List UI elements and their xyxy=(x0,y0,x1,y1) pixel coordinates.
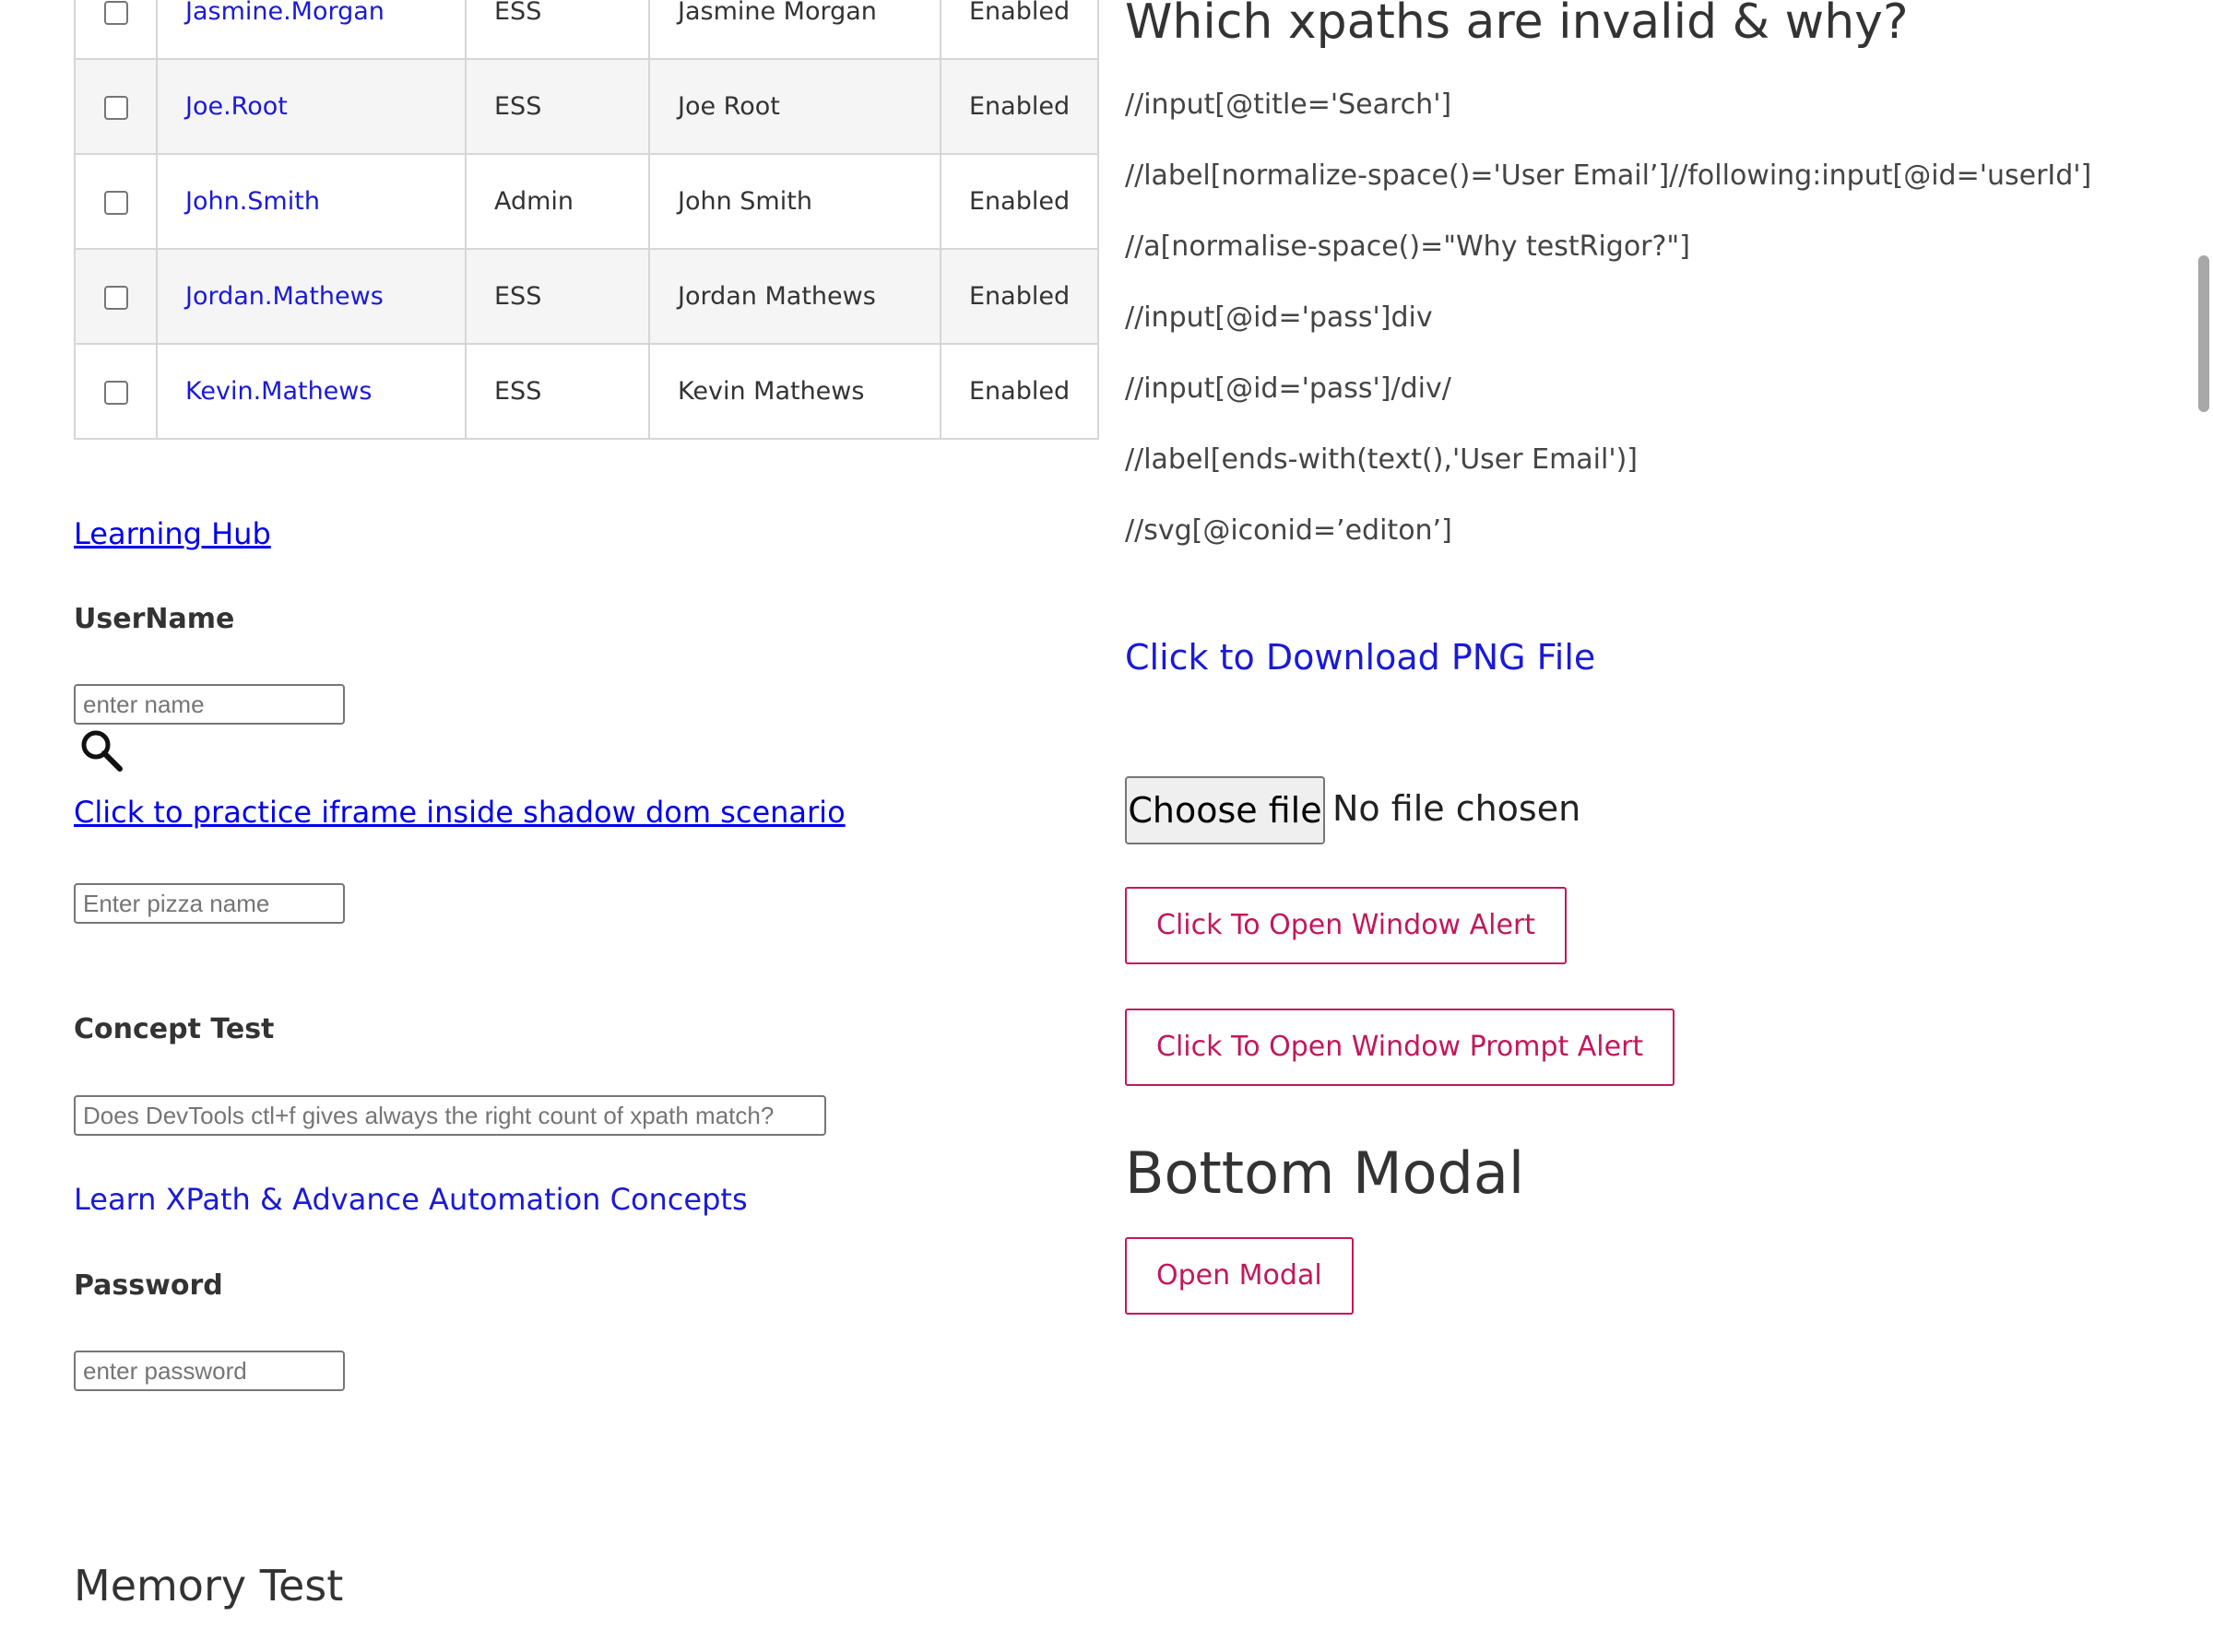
table-row: Joe.Root ESS Joe Root Enabled xyxy=(74,58,1100,155)
user-role-cell: ESS xyxy=(465,248,650,345)
users-table: Jasmine.Morgan ESS Jasmine Morgan Enabled Jo… xyxy=(74,0,1100,440)
open-window-alert-button[interactable]: Click To Open Window Alert xyxy=(1125,887,1568,964)
row-checkbox[interactable] xyxy=(103,190,128,215)
row-checkbox-cell xyxy=(74,343,158,440)
row-checkbox-cell xyxy=(74,248,158,345)
row-checkbox[interactable] xyxy=(103,0,128,25)
employee-name-cell: Kevin Mathews xyxy=(648,343,941,440)
username-cell: Jasmine.Morgan xyxy=(156,0,467,60)
password-label: Password xyxy=(74,1269,223,1302)
username-cell: John.Smith xyxy=(156,153,467,250)
employee-name-cell: John Smith xyxy=(648,153,941,250)
choose-file-button[interactable]: Choose file xyxy=(1125,776,1325,844)
row-checkbox-cell xyxy=(74,58,158,155)
learning-hub-link[interactable]: Learning Hub xyxy=(74,516,271,551)
xpath-item: //input[@title='Search'] xyxy=(1125,88,1452,121)
username-link[interactable]: John.Smith xyxy=(185,187,320,216)
search-icon[interactable] xyxy=(79,728,124,773)
concept-test-label: Concept Test xyxy=(74,1013,275,1045)
employee-name-cell: Joe Root xyxy=(648,58,941,155)
row-checkbox[interactable] xyxy=(103,285,128,310)
no-file-chosen-text: No file chosen xyxy=(1332,788,1581,829)
username-cell: Jordan.Mathews xyxy=(156,248,467,345)
username-cell: Kevin.Mathews xyxy=(156,343,467,440)
learn-xpath-link[interactable]: Learn XPath & Advance Automation Concept… xyxy=(74,1182,748,1217)
row-checkbox-cell xyxy=(74,153,158,250)
xpath-item: //label[ends-with(text(),'User Email')] xyxy=(1125,443,1638,476)
xpath-question-heading: Which xpaths are invalid & why? xyxy=(1125,0,1909,50)
employee-name-cell: Jasmine Morgan xyxy=(648,0,941,60)
row-checkbox[interactable] xyxy=(103,380,128,405)
username-link[interactable]: Jordan.Mathews xyxy=(185,282,384,311)
xpath-item: //input[@id='pass']/div/ xyxy=(1125,372,1451,405)
user-role-cell: ESS xyxy=(465,0,650,60)
status-cell: Enabled xyxy=(939,0,1100,60)
status-cell: Enabled xyxy=(939,153,1100,250)
username-input[interactable]: enter name xyxy=(74,684,345,725)
pizza-name-input[interactable]: Enter pizza name xyxy=(74,883,345,924)
download-png-link[interactable]: Click to Download PNG File xyxy=(1125,637,1595,678)
table-row: Jordan.Mathews ESS Jordan Mathews Enabled xyxy=(74,248,1100,345)
concept-test-input[interactable]: Does DevTools ctl+f gives always the rig… xyxy=(74,1095,826,1136)
status-cell: Enabled xyxy=(939,343,1100,440)
user-role-cell: ESS xyxy=(465,58,650,155)
xpath-item: //svg[@iconid=’editon’] xyxy=(1125,514,1452,547)
table-row: Jasmine.Morgan ESS Jasmine Morgan Enabled xyxy=(74,0,1100,60)
username-link[interactable]: Joe.Root xyxy=(185,92,288,121)
username-link[interactable]: Jasmine.Morgan xyxy=(185,0,385,26)
status-cell: Enabled xyxy=(939,248,1100,345)
open-modal-button[interactable]: Open Modal xyxy=(1125,1237,1354,1315)
row-checkbox-cell xyxy=(74,0,158,60)
iframe-shadow-dom-link[interactable]: Click to practice iframe inside shadow d… xyxy=(74,795,846,830)
username-label: UserName xyxy=(74,603,235,635)
status-cell: Enabled xyxy=(939,58,1100,155)
user-role-cell: Admin xyxy=(465,153,650,250)
xpath-item: //input[@id='pass']div xyxy=(1125,301,1433,334)
password-input[interactable]: enter password xyxy=(74,1351,345,1391)
user-role-cell: ESS xyxy=(465,343,650,440)
table-row: Kevin.Mathews ESS Kevin Mathews Enabled xyxy=(74,343,1100,440)
xpath-item: //label[normalize-space()='User Email’]/… xyxy=(1125,159,2092,192)
username-cell: Joe.Root xyxy=(156,58,467,155)
table-row: John.Smith Admin John Smith Enabled xyxy=(74,153,1100,250)
bottom-modal-heading: Bottom Modal xyxy=(1125,1139,1525,1207)
vertical-scrollbar-thumb[interactable] xyxy=(2198,255,2209,412)
open-prompt-alert-button[interactable]: Click To Open Window Prompt Alert xyxy=(1125,1009,1675,1086)
employee-name-cell: Jordan Mathews xyxy=(648,248,941,345)
xpath-item: //a[normalise-space()="Why testRigor?"] xyxy=(1125,230,1690,263)
username-link[interactable]: Kevin.Mathews xyxy=(185,377,372,406)
row-checkbox[interactable] xyxy=(103,95,128,120)
memory-test-heading: Memory Test xyxy=(74,1561,344,1611)
